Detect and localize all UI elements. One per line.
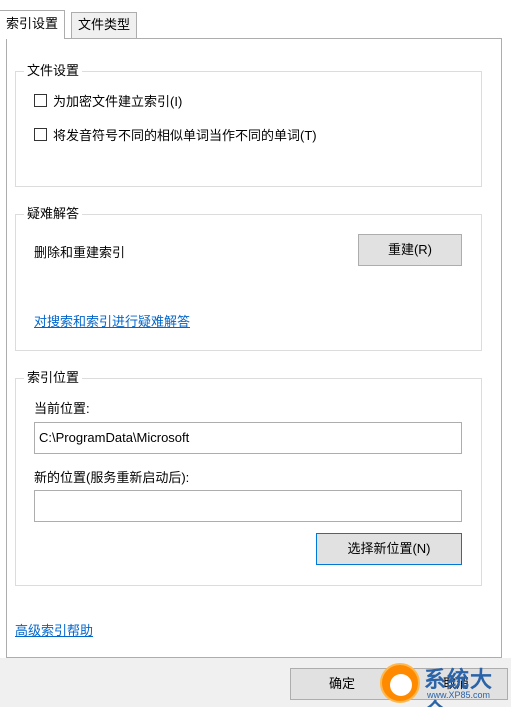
troubleshoot-link[interactable]: 对搜索和索引进行疑难解答 <box>34 311 190 330</box>
encrypted-files-label: 为加密文件建立索引(I) <box>53 94 183 109</box>
file-settings-group: 文件设置 为加密文件建立索引(I) 将发音符号不同的相似单词当作不同的单词(T) <box>15 63 482 187</box>
current-location-field[interactable]: C:\ProgramData\Microsoft <box>34 422 462 454</box>
encrypted-files-option[interactable]: 为加密文件建立索引(I) <box>34 91 182 110</box>
rebuild-description: 删除和重建索引 <box>34 245 126 260</box>
troubleshooting-group: 疑难解答 删除和重建索引 重建(R) 对搜索和索引进行疑难解答 <box>15 206 482 351</box>
new-location-label: 新的位置(服务重新启动后): <box>34 470 190 485</box>
new-location-field[interactable] <box>34 490 462 522</box>
troubleshooting-title: 疑难解答 <box>24 206 83 222</box>
tab-panel: 文件设置 为加密文件建立索引(I) 将发音符号不同的相似单词当作不同的单词(T)… <box>6 38 502 658</box>
tab-file-types[interactable]: 文件类型 <box>71 12 138 38</box>
site-watermark: 系统大全 www.XP85.com <box>380 662 511 707</box>
rebuild-button[interactable]: 重建(R) <box>358 234 462 266</box>
indexing-options-dialog: 索引设置 文件类型 文件设置 为加密文件建立索引(I) 将发音符号不同的相似单词… <box>0 0 511 707</box>
diacritics-checkbox[interactable] <box>34 128 47 141</box>
diacritics-option[interactable]: 将发音符号不同的相似单词当作不同的单词(T) <box>34 125 317 144</box>
index-location-group: 索引位置 当前位置: C:\ProgramData\Microsoft 新的位置… <box>15 370 482 586</box>
select-new-location-button[interactable]: 选择新位置(N) <box>316 533 462 565</box>
tab-index-settings[interactable]: 索引设置 <box>0 10 66 39</box>
watermark-text: 系统大全 <box>424 667 494 707</box>
ok-button[interactable]: 确定 <box>290 668 394 700</box>
diacritics-label: 将发音符号不同的相似单词当作不同的单词(T) <box>53 128 317 143</box>
watermark-url: www.XP85.com <box>427 690 491 700</box>
advanced-help-link[interactable]: 高级索引帮助 <box>15 620 93 639</box>
watermark-logo-icon <box>380 663 420 703</box>
file-settings-title: 文件设置 <box>24 63 83 79</box>
current-location-label: 当前位置: <box>34 401 90 416</box>
index-location-title: 索引位置 <box>24 370 83 386</box>
encrypted-files-checkbox[interactable] <box>34 94 47 107</box>
